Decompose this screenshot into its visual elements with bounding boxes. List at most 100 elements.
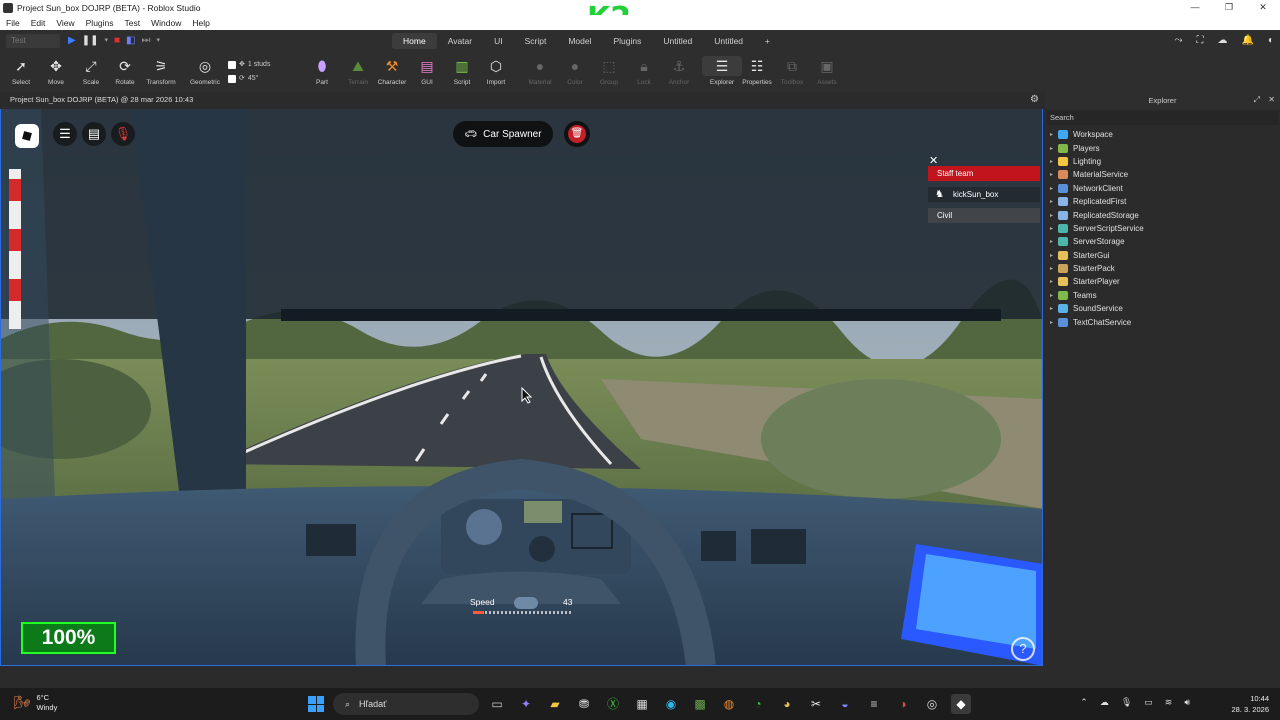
terminal-icon[interactable]: ≡ [864,694,884,714]
expand-arrow-icon[interactable]: ▸ [1050,158,1058,165]
calculator-icon[interactable]: ▦ [632,694,652,714]
network-status-icon[interactable]: ☁ [1100,697,1109,708]
client-server-icon[interactable]: ◧ [126,33,135,49]
minecraft-icon[interactable]: ▩ [690,694,710,714]
discord-icon[interactable]: ◒ [835,694,855,714]
avatar[interactable]: ◐ [1268,33,1274,49]
lock-tool[interactable]: 🔒︎ Lock [624,56,664,86]
pause-icon[interactable]: ❚❚ [82,33,99,49]
menu-view[interactable]: View [56,18,74,28]
explorer-item[interactable]: ▸ ServerScriptService [1050,222,1144,235]
import-tool[interactable]: ⬡ Import [476,56,516,86]
delete-car-button[interactable]: 🗑︎ [564,121,590,147]
studs-checkbox[interactable] [228,61,236,69]
car-spawner-button[interactable]: 🚗︎ Car Spawner [453,121,553,147]
test-mode-select[interactable]: Test [6,34,60,48]
notifications-icon[interactable]: 🔔 [1242,33,1254,49]
task-view-icon[interactable]: ▭ [487,694,507,714]
anchor-tool[interactable]: ⚓︎ Anchor [659,56,699,86]
expand-arrow-icon[interactable]: ▸ [1050,319,1058,326]
explorer-item[interactable]: ▸ MaterialService [1050,168,1144,181]
explorer-item[interactable]: ▸ ReplicatedFirst [1050,195,1144,208]
obs-icon[interactable]: ◎ [922,694,942,714]
tab-untitled-1[interactable]: Untitled [652,33,703,49]
character-tool[interactable]: ⚒ Character [372,56,412,86]
explorer-toggle[interactable]: ☰ Explorer [702,56,742,86]
degrees-value[interactable]: 45° [248,72,259,86]
expand-arrow-icon[interactable]: ▸ [1050,265,1058,272]
select-tool[interactable]: ➚ Select [1,56,41,86]
expand-arrow-icon[interactable]: ▸ [1050,238,1058,245]
clock[interactable]: 10:44 28. 3. 2026 [1231,693,1269,715]
expand-arrow-icon[interactable]: ▸ [1050,278,1058,285]
maximize-button[interactable]: ❐ [1212,0,1246,15]
place-tab[interactable]: Project Sun_box DOJRP (BETA) @ 28 mar 20… [10,95,193,104]
weather-widget[interactable]: 🌬︎ 6°C Windy [14,693,57,713]
part-tool[interactable]: ⬮ Part [302,56,342,86]
properties-toggle[interactable]: ☷ Properties [737,56,777,86]
degrees-checkbox[interactable] [228,75,236,83]
step-icon[interactable]: ⏭ [141,33,150,49]
volume-icon[interactable]: 🔊︎ [1184,697,1190,708]
material-tool[interactable]: ● Material [520,56,560,86]
taskbar-search[interactable]: ⌕ Hľadať [333,693,479,715]
expand-arrow-icon[interactable]: ▸ [1050,305,1058,312]
hamburger-menu-icon[interactable]: ☰ [53,122,77,146]
transform-tool[interactable]: ⚞ Transform [141,56,181,86]
team-player-entry[interactable]: kickSun_box [928,187,1040,202]
group-tool[interactable]: ⬚ Group [589,56,629,86]
explorer-item[interactable]: ▸ StarterGui [1050,249,1144,262]
menu-window[interactable]: Window [151,18,181,28]
roblox-studio-taskbar-icon[interactable]: ◆ [951,694,971,714]
expand-arrow-icon[interactable]: ▸ [1050,145,1058,152]
share-icon[interactable]: ⤳ [1175,33,1183,49]
tab-home[interactable]: Home [392,33,437,49]
tab-untitled-2[interactable]: Untitled [703,33,754,49]
menu-help[interactable]: Help [192,18,209,28]
expand-arrow-icon[interactable]: ▸ [1050,171,1058,178]
explorer-item[interactable]: ▸ NetworkClient [1050,182,1144,195]
chat-icon[interactable]: ▤ [82,122,106,146]
windows-start-button[interactable] [308,696,324,712]
cloud-icon[interactable]: ☁ [1218,33,1228,49]
file-explorer-icon[interactable]: ▰ [545,694,565,714]
wifi-icon[interactable]: ≋ [1165,697,1173,708]
game-viewport[interactable] [0,109,1043,666]
display-icon[interactable]: ▭ [1144,697,1153,708]
expand-arrow-icon[interactable]: ▸ [1050,131,1058,138]
close-button[interactable]: ✕ [1246,0,1280,15]
gear-icon[interactable]: ⚙ [1030,94,1039,105]
roblox-menu-button[interactable] [15,124,39,148]
expand-arrow-icon[interactable]: ▸ [1050,198,1058,205]
move-tool[interactable]: ✥ Move [36,56,76,86]
toolbox-toggle[interactable]: ⧉ Toolbox [772,56,812,86]
menu-file[interactable]: File [6,18,20,28]
explorer-item[interactable]: ▸ TextChatService [1050,315,1144,328]
whatsapp-icon[interactable]: ◔ [748,694,768,714]
explorer-item[interactable]: ▸ ReplicatedStorage [1050,208,1144,221]
assets-toggle[interactable]: ▣ Assets [807,56,847,86]
microphone-icon[interactable]: 🎙︎ [1121,697,1132,708]
blender-icon[interactable]: ◍ [719,694,739,714]
explorer-item[interactable]: ▸ SoundService [1050,302,1144,315]
menu-plugins[interactable]: Plugins [86,18,114,28]
menu-edit[interactable]: Edit [31,18,46,28]
tab-plugins[interactable]: Plugins [603,33,653,49]
tab-add-button[interactable]: + [754,33,781,49]
expand-arrow-icon[interactable]: ▸ [1050,225,1058,232]
help-icon[interactable]: ? [1011,637,1035,661]
popout-icon[interactable]: ⤢ [1254,95,1260,104]
explorer-item[interactable]: ▸ Teams [1050,289,1144,302]
microphone-muted-icon[interactable]: 🎙︎ [111,122,135,146]
tab-script[interactable]: Script [514,33,558,49]
chevron-down-icon[interactable]: ▾ [156,33,160,49]
geometric-dropdown[interactable]: ◎ Geometric [185,56,225,86]
explorer-search-input[interactable] [1047,111,1278,125]
capcut-icon[interactable]: ✂ [806,694,826,714]
studs-value[interactable]: 1 studs [248,58,271,72]
play-icon[interactable]: ▶ [68,33,76,49]
explorer-item[interactable]: ▸ Players [1050,141,1144,154]
explorer-item[interactable]: ▸ ServerStorage [1050,235,1144,248]
xbox-icon[interactable]: Ⓧ [603,694,623,714]
close-icon[interactable]: ✕ [1268,95,1275,104]
